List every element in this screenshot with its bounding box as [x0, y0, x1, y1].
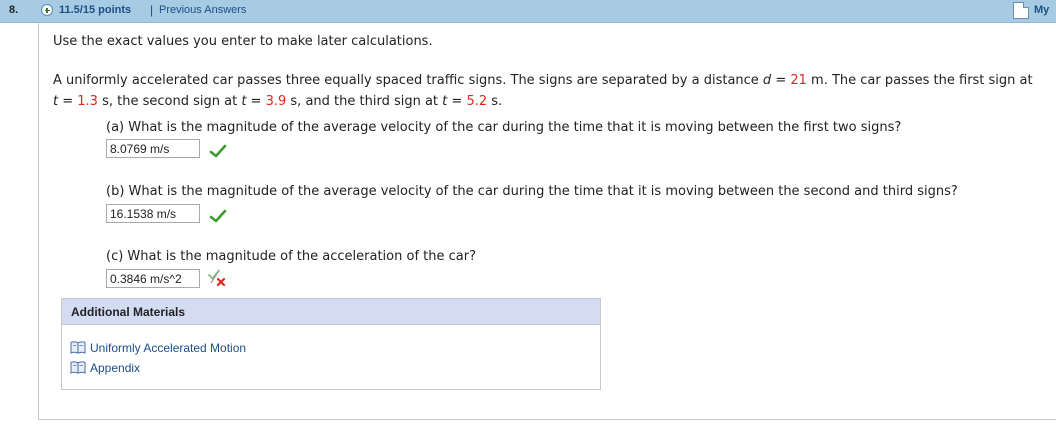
- equals-sign: =: [447, 94, 467, 109]
- link-appendix[interactable]: Appendix: [90, 361, 140, 375]
- part-b-question: (b) What is the magnitude of the average…: [106, 184, 958, 199]
- header-separator: |: [150, 3, 154, 17]
- equals-sign: =: [58, 94, 78, 109]
- part-a-question: (a) What is the magnitude of the average…: [106, 120, 902, 135]
- part-a-answer-field[interactable]: 8.0769 m/s: [106, 139, 200, 158]
- equals-sign: =: [246, 94, 266, 109]
- part-b-answer-field[interactable]: 16.1538 m/s: [106, 204, 200, 223]
- time-2-value: 3.9: [265, 94, 287, 109]
- problem-text: m. The car passes the first sign at: [806, 73, 1033, 88]
- part-c-answer-field[interactable]: 0.3846 m/s^2: [106, 269, 200, 288]
- previous-answers-link[interactable]: Previous Answers: [159, 4, 246, 16]
- time-3-value: 5.2: [466, 94, 488, 109]
- my-notes-link[interactable]: My: [1034, 4, 1049, 16]
- problem-text: s, the second sign at: [97, 94, 242, 109]
- link-uniformly-accelerated-motion[interactable]: Uniformly Accelerated Motion: [90, 341, 246, 355]
- problem-line-1: A uniformly accelerated car passes three…: [53, 73, 1033, 88]
- check-icon: [209, 209, 227, 223]
- problem-text: s.: [487, 94, 503, 109]
- points-score: 11.5/15 points: [59, 4, 132, 16]
- equals-sign: =: [771, 73, 791, 88]
- problem-text: A uniformly accelerated car passes three…: [53, 73, 763, 88]
- problem-line-2: t = 1.3 s, the second sign at t = 3.9 s,…: [53, 94, 502, 109]
- variable-d: d: [762, 73, 772, 88]
- part-c-question: (c) What is the magnitude of the acceler…: [106, 249, 476, 264]
- problem-text: s, and the third sign at: [286, 94, 443, 109]
- additional-materials-header: Additional Materials: [62, 299, 600, 325]
- time-1-value: 1.3: [77, 94, 98, 109]
- check-icon: [209, 144, 227, 158]
- distance-value: 21: [790, 73, 807, 88]
- partially-correct-icon: [208, 269, 226, 287]
- plus-circle-icon[interactable]: [41, 4, 53, 16]
- instructions-text: Use the exact values you enter to make l…: [53, 34, 433, 49]
- note-page-icon[interactable]: [1013, 2, 1029, 19]
- book-icon: [70, 361, 86, 374]
- question-number: 8.: [9, 4, 19, 16]
- book-icon: [70, 341, 86, 354]
- question-header-bar: 8. 11.5/15 points | Previous Answers My: [0, 0, 1056, 23]
- additional-materials-title: Additional Materials: [71, 305, 186, 319]
